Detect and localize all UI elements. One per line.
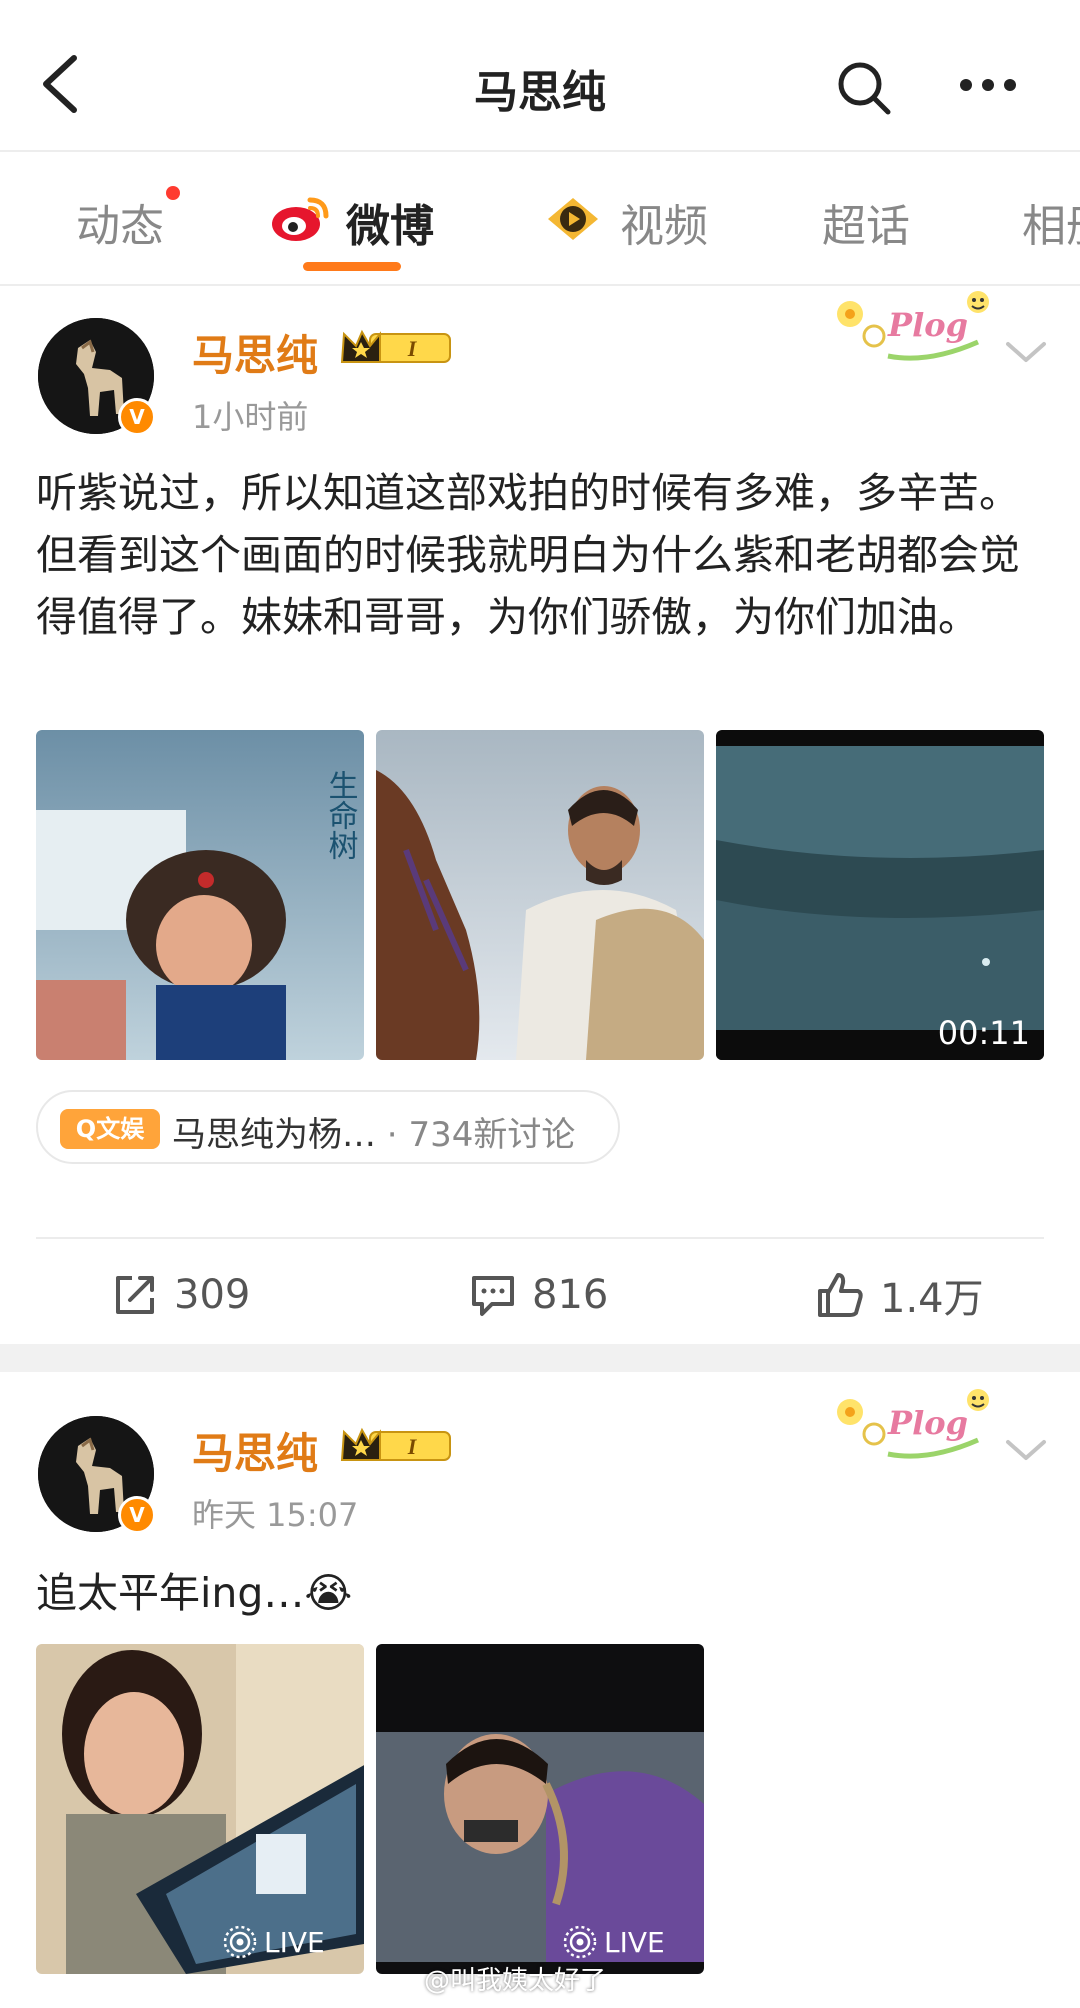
post-time: 昨天 15:07 xyxy=(192,1496,359,1534)
tab-super-topic-label: 超话 xyxy=(822,201,910,252)
post-image[interactable]: 生命树 xyxy=(36,730,364,1060)
tab-album-label: 相册 xyxy=(1022,201,1080,252)
notification-dot xyxy=(166,186,180,200)
verified-badge: V xyxy=(118,398,156,436)
live-label: LIVE xyxy=(604,1925,665,1959)
plog-label: Plog xyxy=(887,1404,968,1442)
comment-count: 816 xyxy=(532,1272,609,1318)
live-indicator: LIVE xyxy=(562,1924,665,1960)
topic-count: 734新讨论 xyxy=(408,1115,576,1155)
weibo-logo-icon xyxy=(272,197,329,241)
page-title: 马思纯 xyxy=(474,67,606,118)
video-channel-icon xyxy=(548,198,598,240)
chevron-down-icon[interactable] xyxy=(1004,336,1048,366)
top-bar: 马思纯 xyxy=(0,0,1080,152)
tab-super-topic[interactable]: 超话 xyxy=(822,190,910,254)
comment-button[interactable]: 816 xyxy=(470,1265,608,1325)
topic-pill[interactable]: Q文娱 马思纯为杨… · 734新讨论 xyxy=(36,1090,620,1164)
tab-video-label: 视频 xyxy=(620,201,708,252)
plog-label: Plog xyxy=(887,306,968,344)
live-label: LIVE xyxy=(264,1925,325,1959)
like-count: 1.4万 xyxy=(880,1276,984,1322)
chevron-down-icon[interactable] xyxy=(1004,1434,1048,1464)
author-name[interactable]: 马思纯 xyxy=(192,322,318,383)
post-image[interactable]: LIVE xyxy=(376,1644,704,1974)
level-badge-text: I xyxy=(407,336,418,361)
poster-title: 生命树 xyxy=(323,770,359,860)
comment-icon xyxy=(472,1276,514,1316)
live-photo-icon xyxy=(223,1925,257,1959)
author-name[interactable]: 马思纯 xyxy=(192,1420,318,1481)
watermark: @叫我姨太好了 xyxy=(424,1966,607,1996)
feed-separator xyxy=(0,1344,1080,1372)
video-duration: 00:11 xyxy=(937,1014,1030,1052)
plog-sticker: Plog xyxy=(828,284,998,366)
tab-album[interactable]: 相册 xyxy=(1022,190,1080,254)
topic-tag: Q文娱 xyxy=(60,1109,160,1149)
profile-tabs: 动态 微博 视频 超话 相册 xyxy=(0,152,1080,286)
photo-snow-boy: 生命树 xyxy=(36,730,364,1060)
topic-title: 马思纯为杨… xyxy=(172,1115,376,1155)
action-divider xyxy=(36,1237,1044,1239)
post-text: 听紫说过，所以知道这部戏拍的时候有多难，多辛苦。但看到这个画面的时候我就明白为什… xyxy=(36,469,1020,641)
plog-sticker: Plog xyxy=(828,1382,998,1464)
thumbs-up-icon xyxy=(818,1273,863,1317)
post-image[interactable] xyxy=(376,730,704,1060)
topic-separator: · xyxy=(376,1115,409,1155)
post-image[interactable]: LIVE xyxy=(36,1644,364,1974)
photo-horse-rider xyxy=(376,730,704,1060)
share-icon xyxy=(116,1276,154,1314)
level-badge-text: I xyxy=(407,1434,418,1459)
like-button[interactable]: 1.4万 xyxy=(816,1265,984,1325)
repost-count: 309 xyxy=(174,1272,251,1318)
topic-text: 马思纯为杨… · 734新讨论 xyxy=(172,1107,575,1156)
tab-dynamics-label: 动态 xyxy=(76,201,164,252)
verified-badge: V xyxy=(118,1496,156,1534)
tab-weibo-label: 微博 xyxy=(346,201,434,252)
active-tab-indicator xyxy=(303,262,401,271)
live-photo-icon xyxy=(563,1925,597,1959)
video-ice-aerial xyxy=(716,730,1044,1060)
post-video[interactable]: 00:11 xyxy=(716,730,1044,1060)
post-time: 1小时前 xyxy=(192,398,309,436)
level-crown-icon: I xyxy=(340,329,451,363)
live-indicator: LIVE xyxy=(222,1924,325,1960)
post-text: 追太平年ing…😭 xyxy=(36,1569,353,1617)
tab-dynamics[interactable]: 动态 xyxy=(76,190,164,254)
search-icon[interactable] xyxy=(836,60,892,116)
plog-flowers-icon: Plog xyxy=(837,1389,989,1459)
more-dots-icon[interactable] xyxy=(958,70,1018,100)
plog-flowers-icon: Plog xyxy=(837,291,989,361)
repost-button[interactable]: 309 xyxy=(112,1265,250,1325)
level-crown-icon: I xyxy=(340,1427,451,1461)
